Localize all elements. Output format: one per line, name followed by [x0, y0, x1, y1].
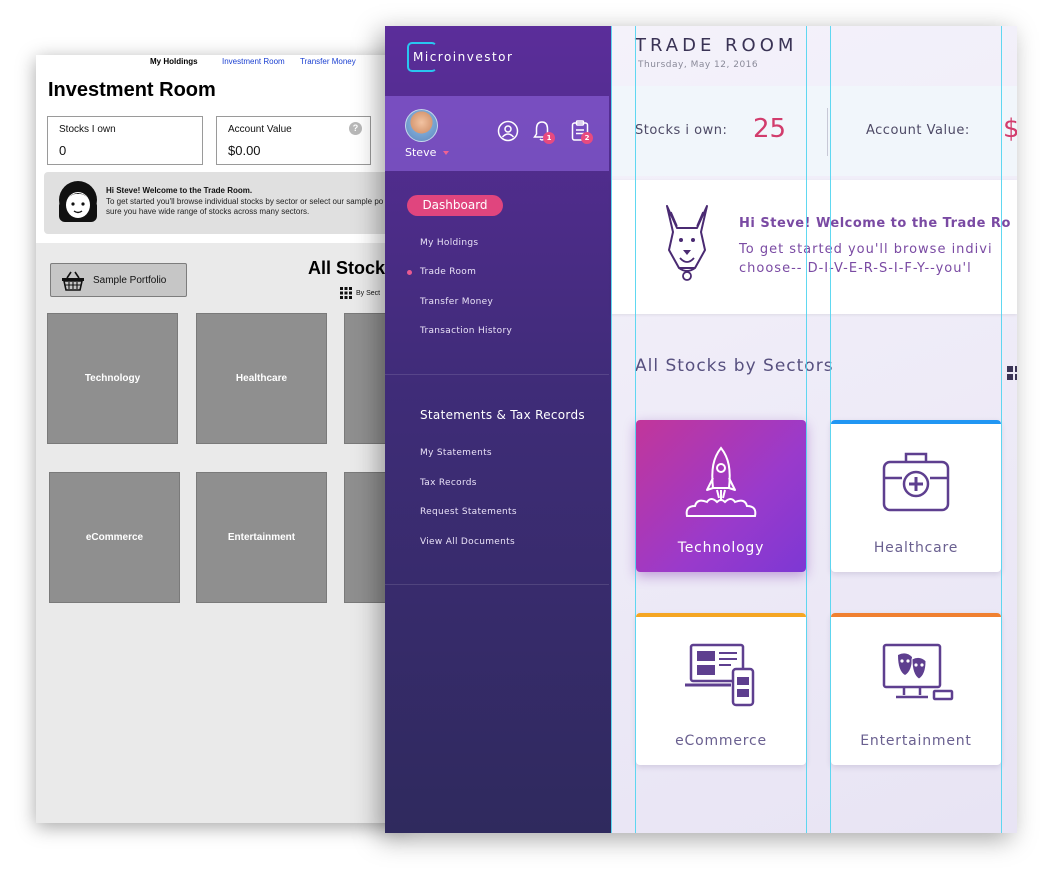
- wf-tile-technology[interactable]: Technology: [47, 313, 178, 444]
- app-mockup: Microinvestor Steve 1 2 Dashboard My Hol…: [385, 26, 1017, 833]
- sidebar-section-statements[interactable]: Statements & Tax Records: [420, 408, 585, 422]
- wf-tile-ecommerce[interactable]: eCommerce: [49, 472, 180, 603]
- wf-welcome-title: Hi Steve! Welcome to the Trade Room.: [106, 186, 253, 195]
- wf-page-title: Investment Room: [48, 79, 216, 101]
- sector-card-technology[interactable]: Technology: [636, 420, 806, 572]
- sector-card-healthcare[interactable]: Healthcare: [831, 420, 1001, 572]
- accent-bar: [831, 420, 1001, 424]
- wf-nav-investment-room[interactable]: Investment Room: [222, 57, 285, 66]
- account-value-amount: $: [1003, 114, 1017, 144]
- sidebar-item-my-holdings[interactable]: My Holdings: [420, 238, 478, 248]
- page-title: TRADE ROOM: [635, 35, 798, 56]
- welcome-title: Hi Steve! Welcome to the Trade Ro: [739, 216, 1011, 231]
- rocket-icon: [685, 446, 757, 517]
- wf-nav-transfer-money[interactable]: Transfer Money: [300, 57, 356, 66]
- wf-stocks-value: 0: [59, 143, 67, 158]
- wf-account-label: Account Value: [228, 124, 292, 135]
- guide-line: [830, 26, 831, 833]
- sidebar-item-trade-room[interactable]: Trade Room: [420, 267, 476, 277]
- wf-sample-portfolio-button[interactable]: Sample Portfolio: [50, 263, 187, 297]
- sidebar: Microinvestor Steve 1 2 Dashboard My Hol…: [385, 26, 611, 833]
- user-bar: Steve 1 2: [385, 96, 609, 171]
- sidebar-divider: [385, 374, 609, 375]
- welcome-line-1: To get started you'll browse indivi: [739, 242, 993, 257]
- wf-by-sector-toggle[interactable]: By Sect: [340, 287, 380, 299]
- stocks-owned-value: 25: [753, 114, 787, 144]
- sector-card-ecommerce[interactable]: eCommerce: [636, 613, 806, 765]
- sector-label-healthcare: Healthcare: [873, 540, 959, 556]
- wf-stocks-box: Stocks I own 0: [47, 116, 203, 165]
- stats-divider: [827, 108, 828, 156]
- theater-masks-icon: [882, 643, 954, 701]
- sidebar-item-transfer-money[interactable]: Transfer Money: [420, 297, 493, 307]
- grid-view-icon[interactable]: [1007, 366, 1017, 380]
- wf-nav-my-holdings[interactable]: My Holdings: [150, 57, 198, 66]
- basket-icon: [62, 271, 84, 291]
- wf-all-stocks-title: All Stock: [308, 258, 386, 278]
- wf-tile-entertainment[interactable]: Entertainment: [196, 472, 327, 603]
- wf-welcome-line-2: sure you have wide range of stocks acros…: [106, 207, 310, 216]
- devices-icon: [685, 643, 755, 707]
- avatar[interactable]: [405, 109, 438, 142]
- sector-label-technology: Technology: [677, 540, 765, 556]
- wf-account-box: Account Value $0.00 ?: [216, 116, 371, 165]
- sidebar-divider-2: [385, 584, 609, 585]
- chevron-down-icon[interactable]: [443, 151, 449, 155]
- guide-line: [1001, 26, 1002, 833]
- page-date: Thursday, May 12, 2016: [638, 60, 759, 70]
- section-title: All Stocks by Sectors: [635, 356, 834, 376]
- sector-card-entertainment[interactable]: Entertainment: [831, 613, 1001, 765]
- guide-line: [611, 26, 612, 833]
- stats-bar: Stocks i own: 25 Account Value: $: [611, 86, 1017, 176]
- accent-bar: [831, 613, 1001, 617]
- guide-line: [806, 26, 807, 833]
- welcome-card: Hi Steve! Welcome to the Trade Ro To get…: [611, 180, 1017, 314]
- woman-avatar-icon: [59, 181, 97, 222]
- sidebar-item-transaction-history[interactable]: Transaction History: [420, 326, 512, 336]
- welcome-line-2: choose-- D-I-V-E-R-S-I-F-Y--you'l: [739, 261, 972, 276]
- wf-sample-portfolio-label: Sample Portfolio: [93, 275, 167, 286]
- sector-label-entertainment: Entertainment: [860, 733, 972, 749]
- wf-tile-healthcare[interactable]: Healthcare: [196, 313, 327, 444]
- sidebar-item-request-statements[interactable]: Request Statements: [420, 507, 517, 517]
- dashboard-button[interactable]: Dashboard: [407, 195, 503, 216]
- sidebar-item-view-all-documents[interactable]: View All Documents: [420, 537, 515, 547]
- logo[interactable]: Microinvestor: [407, 42, 513, 72]
- logo-text: Microinvestor: [413, 50, 514, 64]
- account-value-label: Account Value:: [866, 123, 970, 138]
- wf-account-value: $0.00: [228, 143, 261, 158]
- stocks-owned-label: Stocks i own:: [635, 123, 728, 138]
- help-icon[interactable]: ?: [349, 122, 362, 135]
- sidebar-item-tax-records[interactable]: Tax Records: [420, 478, 477, 488]
- wf-welcome-banner: Hi Steve! Welcome to the Trade Room. To …: [44, 172, 408, 234]
- wf-by-sector-label: By Sect: [356, 289, 381, 297]
- user-name[interactable]: Steve: [405, 146, 436, 159]
- sector-label-ecommerce: eCommerce: [675, 733, 767, 749]
- guide-line: [635, 26, 636, 833]
- dog-mascot-icon: [666, 205, 708, 281]
- medical-kit-icon: [882, 452, 950, 512]
- clipboard-badge: 2: [581, 132, 593, 144]
- wf-welcome-line-1: To get started you'll browse individual …: [106, 197, 384, 206]
- comparison-stage: My Holdings Investment Room Transfer Mon…: [0, 0, 1062, 878]
- wf-stocks-label: Stocks I own: [59, 124, 116, 135]
- sidebar-item-my-statements[interactable]: My Statements: [420, 448, 492, 458]
- grid-icon: [340, 287, 352, 299]
- notification-badge: 1: [543, 132, 555, 144]
- main-content: TRADE ROOM Thursday, May 12, 2016 Stocks…: [611, 26, 1017, 833]
- active-indicator-dot: [407, 270, 412, 275]
- accent-bar: [636, 613, 806, 617]
- wireframe-panel: My Holdings Investment Room Transfer Mon…: [36, 55, 408, 823]
- profile-icon[interactable]: [497, 120, 519, 142]
